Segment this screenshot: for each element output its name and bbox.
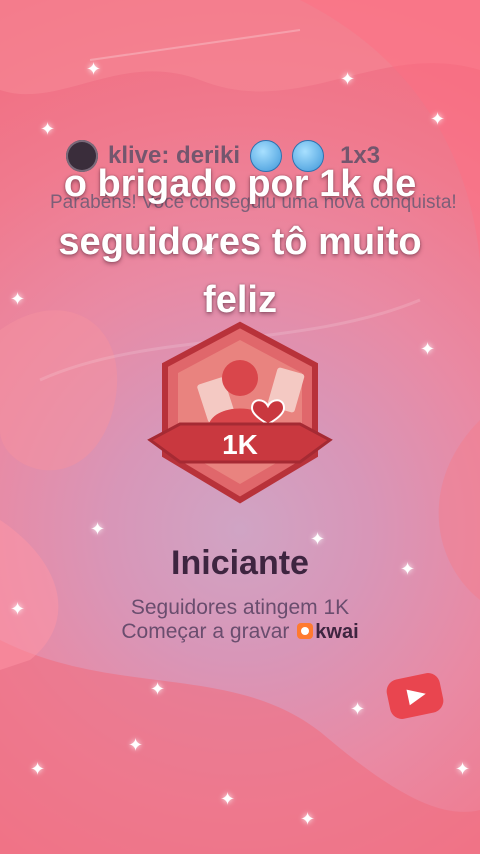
badge-value: 1K: [222, 429, 258, 460]
start-recording-link[interactable]: Começar a gravar kwai: [0, 620, 480, 644]
sparkle-icon: ✦: [200, 239, 216, 259]
kwai-mark-icon: [297, 623, 314, 640]
sparkle-icon: ✦: [220, 789, 236, 809]
sparkle-icon: ✦: [40, 119, 56, 139]
kwai-logo: kwai: [297, 620, 359, 644]
overlay-caption: o brigado por 1k de seguidores tô muito …: [0, 155, 480, 329]
sparkle-icon: ✦: [350, 699, 366, 719]
sparkle-icon: ✦: [10, 599, 26, 619]
sparkle-icon: ✦: [30, 759, 46, 779]
sparkle-icon: ✦: [86, 59, 102, 79]
sparkle-icon: ✦: [128, 735, 144, 755]
sparkle-icon: ✦: [340, 69, 356, 89]
achievement-subtitle: Seguidores atingem 1K: [130, 596, 350, 619]
follower-badge-icon: 1K: [147, 321, 333, 504]
sparkle-icon: ✦: [10, 289, 26, 309]
sparkle-icon: ✦: [455, 759, 471, 779]
sparkle-icon: ✦: [90, 519, 106, 539]
sparkle-icon: ✦: [310, 529, 326, 549]
sparkle-icon: ✦: [150, 679, 166, 699]
sparkle-icon: ✦: [430, 109, 446, 129]
caption-line: o brigado por 1k de: [63, 163, 417, 205]
caption-line: seguidores tô muito: [58, 221, 422, 263]
sparkle-icon: ✦: [300, 809, 316, 829]
start-recording-label[interactable]: Começar a gravar: [121, 620, 289, 643]
sparkle-icon: ✦: [400, 559, 416, 579]
sparkle-icon: ✦: [420, 339, 436, 359]
play-button-icon[interactable]: [386, 672, 444, 720]
kwai-brand: kwai: [315, 620, 359, 643]
